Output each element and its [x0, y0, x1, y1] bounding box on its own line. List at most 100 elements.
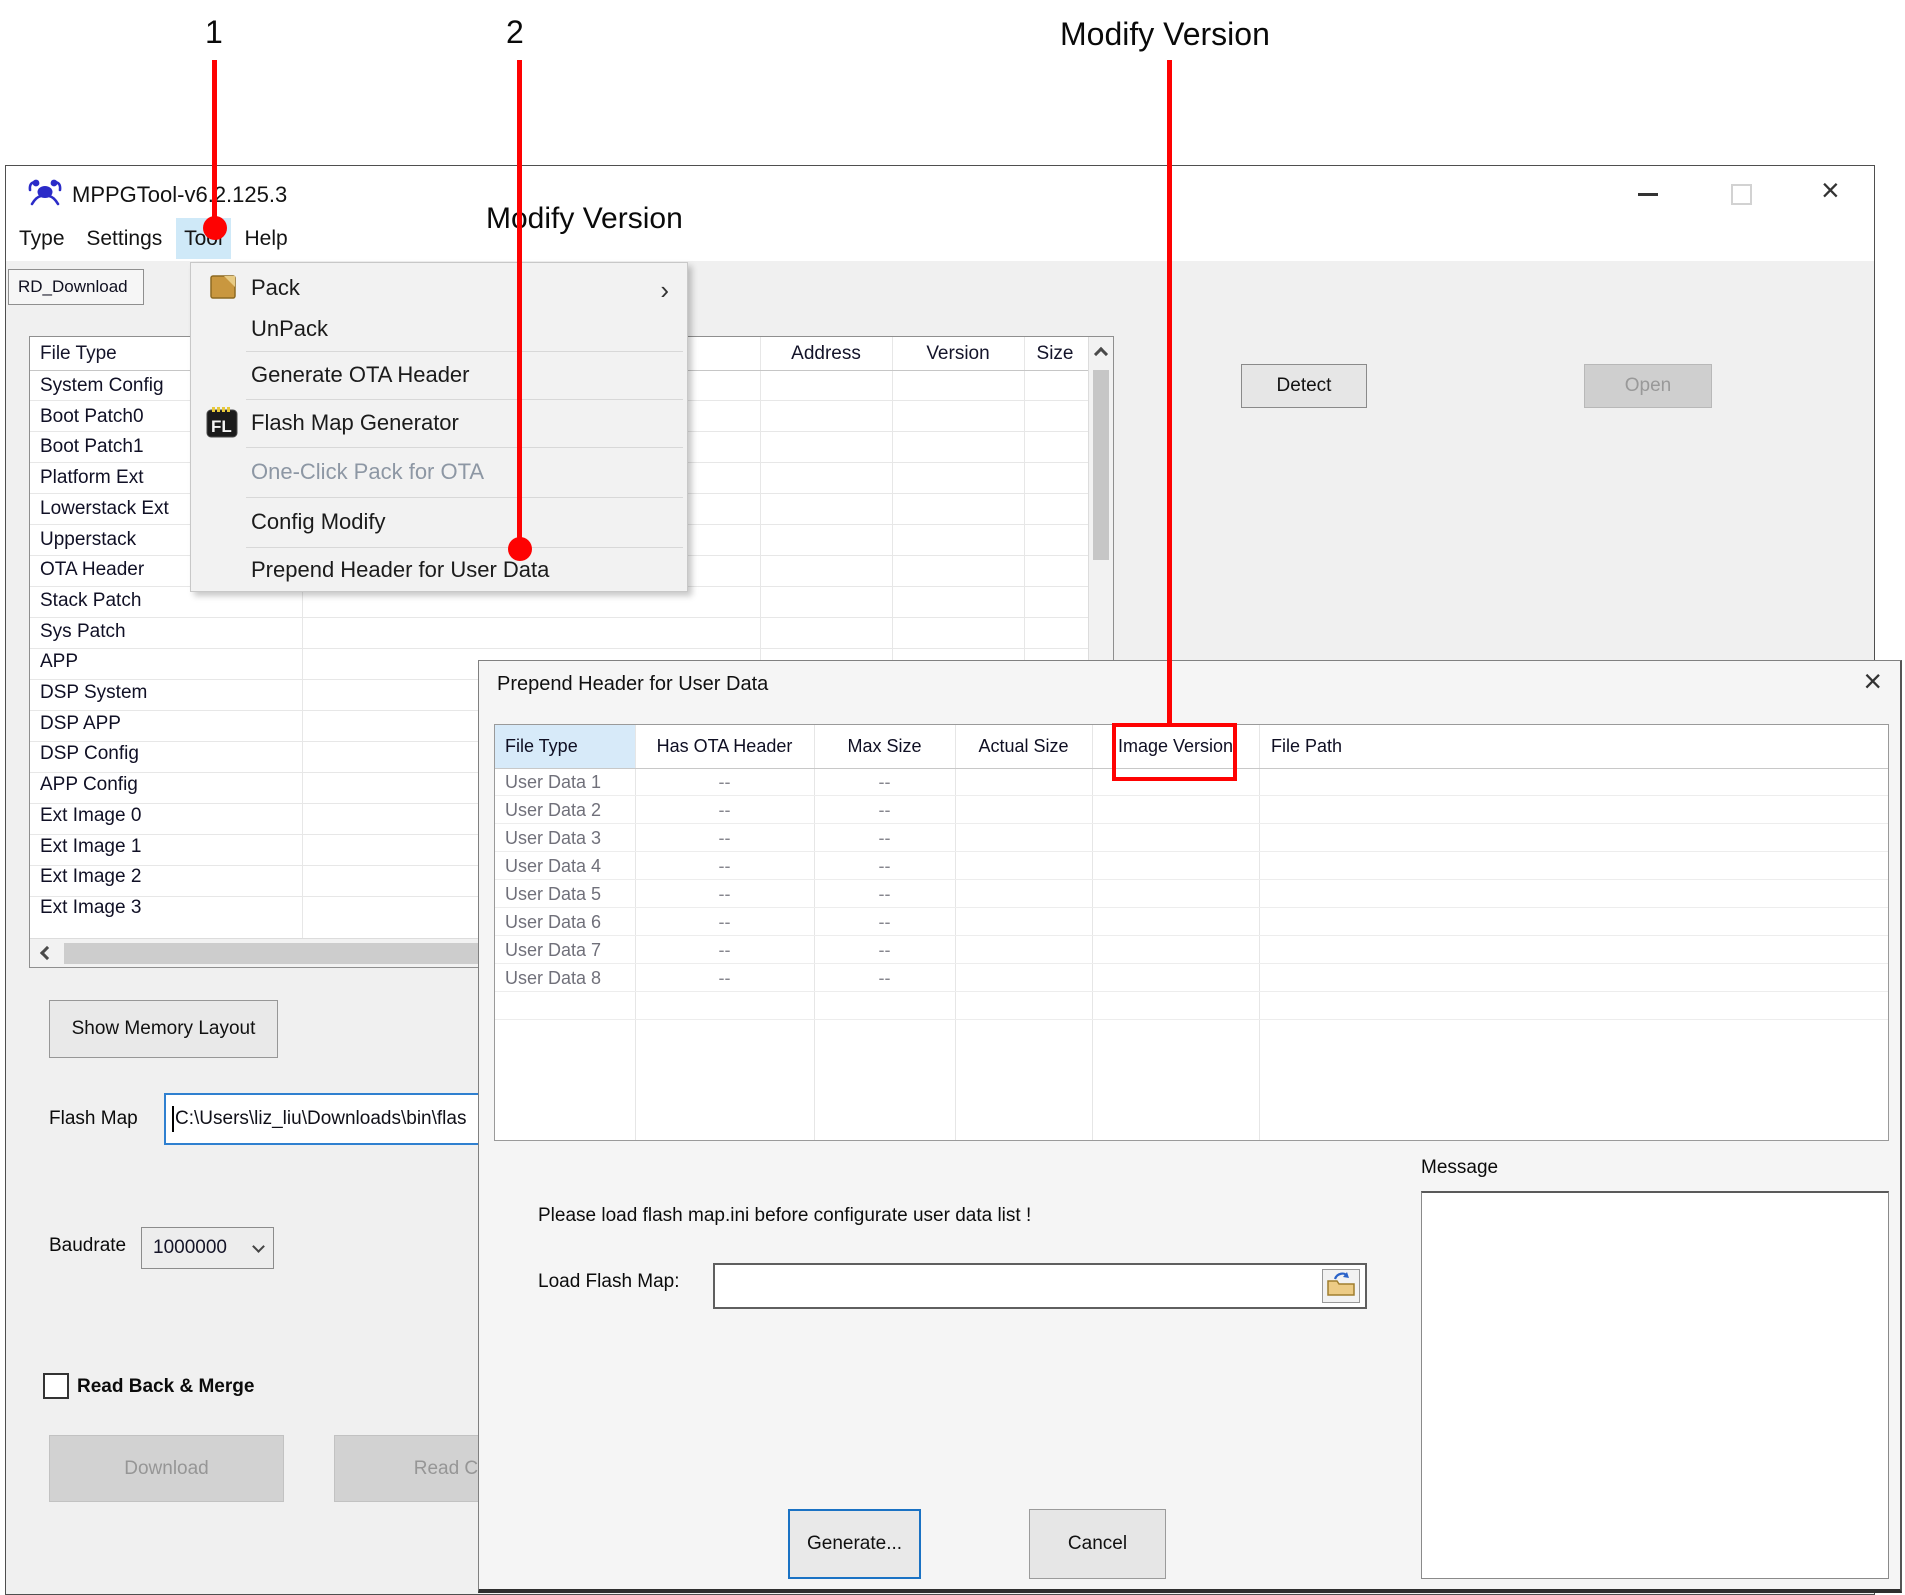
submenu-arrow-icon: › — [660, 275, 669, 306]
menu-item-pack[interactable]: Pack › — [191, 267, 687, 309]
column-header-max-size[interactable]: Max Size — [814, 725, 955, 768]
table-row[interactable]: User Data 6---- — [495, 908, 1888, 936]
cell-file-type: User Data 8 — [505, 964, 601, 992]
scroll-left-icon[interactable] — [32, 939, 62, 967]
column-header-version[interactable]: Version — [892, 337, 1024, 370]
annotation-dot-2 — [508, 537, 532, 561]
cell-file-type: User Data 3 — [505, 824, 601, 852]
menu-separator — [246, 547, 683, 548]
app-icon — [26, 177, 64, 212]
close-icon[interactable]: × — [1863, 663, 1882, 700]
chevron-down-icon — [252, 1240, 265, 1253]
cell-max-size: -- — [814, 880, 955, 908]
cell-file-type: User Data 5 — [505, 880, 601, 908]
open-folder-icon — [1326, 1271, 1356, 1302]
menu-separator — [246, 497, 683, 498]
menu-item-label: Generate OTA Header — [251, 362, 470, 388]
tab-rd-download[interactable]: RD_Download — [8, 269, 144, 305]
cell-max-size: -- — [814, 824, 955, 852]
cell-file-type: User Data 4 — [505, 852, 601, 880]
column-header-has-ota[interactable]: Has OTA Header — [635, 725, 814, 768]
baudrate-label: Baudrate — [49, 1235, 126, 1257]
cell-has-ota: -- — [635, 908, 814, 936]
menu-bar: Type Settings Tool Help — [6, 216, 1874, 261]
cell-has-ota: -- — [635, 964, 814, 992]
baudrate-select[interactable]: 1000000 — [141, 1227, 274, 1269]
menu-separator — [246, 447, 683, 448]
annotation-modify-version-side: Modify Version — [486, 202, 683, 236]
load-flash-map-label: Load Flash Map: — [538, 1271, 680, 1293]
minimize-icon[interactable] — [1638, 193, 1658, 196]
cancel-button[interactable]: Cancel — [1029, 1509, 1166, 1579]
cell-file-type: User Data 2 — [505, 796, 601, 824]
menu-item-unpack[interactable]: UnPack — [191, 309, 687, 349]
detect-button[interactable]: Detect — [1241, 364, 1367, 408]
menu-help[interactable]: Help — [236, 218, 295, 259]
flash-map-value: C:\Users\liz_liu\Downloads\bin\flas — [175, 1108, 466, 1129]
column-header-actual-size[interactable]: Actual Size — [955, 725, 1092, 768]
browse-button[interactable] — [1322, 1269, 1360, 1303]
window-title: MPPGTool-v6.2.125.3 — [72, 182, 287, 208]
show-memory-layout-button[interactable]: Show Memory Layout — [49, 1000, 278, 1058]
table-row[interactable]: User Data 5 ---- — [495, 880, 1888, 908]
menu-separator — [246, 351, 683, 352]
cell-has-ota: -- — [635, 852, 814, 880]
cell-has-ota: -- — [635, 880, 814, 908]
read-back-merge-label: Read Back & Merge — [77, 1376, 254, 1398]
menu-item-flash-map-generator[interactable]: Flash Map Generator — [191, 401, 687, 445]
table-row[interactable]: User Data 8---- — [495, 964, 1888, 992]
cell-has-ota: -- — [635, 824, 814, 852]
maximize-icon[interactable] — [1731, 184, 1752, 205]
cell-has-ota: -- — [635, 936, 814, 964]
table-row[interactable]: User Data 7 ---- — [495, 936, 1888, 964]
generate-button[interactable]: Generate... — [788, 1509, 921, 1579]
user-data-table: File Type Has OTA Header Max Size Actual… — [494, 724, 1889, 1141]
menu-settings[interactable]: Settings — [78, 218, 170, 259]
menu-item-generate-ota-header[interactable]: Generate OTA Header — [191, 353, 687, 397]
scroll-up-icon[interactable] — [1089, 337, 1113, 367]
menu-item-config-modify[interactable]: Config Modify — [191, 499, 687, 545]
baudrate-value: 1000000 — [153, 1237, 227, 1259]
column-header-file-type[interactable]: File Type — [505, 725, 578, 768]
menu-item-prepend-header[interactable]: Prepend Header for User Data — [191, 549, 687, 591]
menu-item-one-click-pack: One-Click Pack for OTA — [191, 449, 687, 495]
table-row[interactable]: User Data 2 ---- — [495, 796, 1888, 824]
annotation-dot-1 — [203, 216, 227, 240]
column-header-file-type[interactable]: File Type — [40, 337, 117, 370]
column-header-address[interactable]: Address — [760, 337, 892, 370]
read-back-merge-checkbox[interactable] — [43, 1373, 69, 1399]
cell-file-type: User Data 6 — [505, 908, 601, 936]
menu-item-label: Config Modify — [251, 509, 386, 535]
prepend-header-dialog: Prepend Header for User Data × File Type… — [478, 660, 1902, 1593]
cell-has-ota: -- — [635, 768, 814, 796]
annotation-step-1: 1 — [205, 14, 223, 51]
load-flash-map-input[interactable] — [713, 1263, 1367, 1309]
cell-max-size: -- — [814, 796, 955, 824]
annotation-line-1 — [212, 60, 217, 227]
message-box[interactable] — [1421, 1191, 1889, 1579]
cell-file-type: User Data 1 — [505, 768, 601, 796]
download-button[interactable]: Download — [49, 1435, 284, 1502]
menu-item-label: One-Click Pack for OTA — [251, 459, 484, 485]
menu-item-label: Flash Map Generator — [251, 410, 459, 436]
close-icon[interactable]: × — [1821, 172, 1840, 209]
annotation-step-2: 2 — [506, 14, 524, 51]
menu-item-label: Pack — [251, 275, 300, 301]
cell-max-size: -- — [814, 768, 955, 796]
column-header-size[interactable]: Size — [1024, 337, 1086, 370]
menu-type[interactable]: Type — [11, 218, 73, 259]
cell-max-size: -- — [814, 852, 955, 880]
cell-has-ota: -- — [635, 796, 814, 824]
cell-max-size: -- — [814, 936, 955, 964]
table-row[interactable]: Sys Patch — [30, 616, 1088, 647]
table-row[interactable]: User Data 4 ---- — [495, 852, 1888, 880]
dialog-title: Prepend Header for User Data — [497, 673, 768, 696]
scrollbar-thumb[interactable] — [1093, 370, 1109, 560]
cell-file-type: User Data 7 — [505, 936, 601, 964]
open-button[interactable]: Open — [1584, 364, 1712, 408]
table-row[interactable]: User Data 3 ---- — [495, 824, 1888, 852]
menu-separator — [246, 399, 683, 400]
tool-dropdown-menu: Pack › UnPack Generate OTA Header FL Fla… — [190, 262, 688, 592]
column-header-file-path[interactable]: File Path — [1271, 725, 1342, 768]
dialog-note: Please load flash map.ini before configu… — [538, 1205, 1031, 1227]
